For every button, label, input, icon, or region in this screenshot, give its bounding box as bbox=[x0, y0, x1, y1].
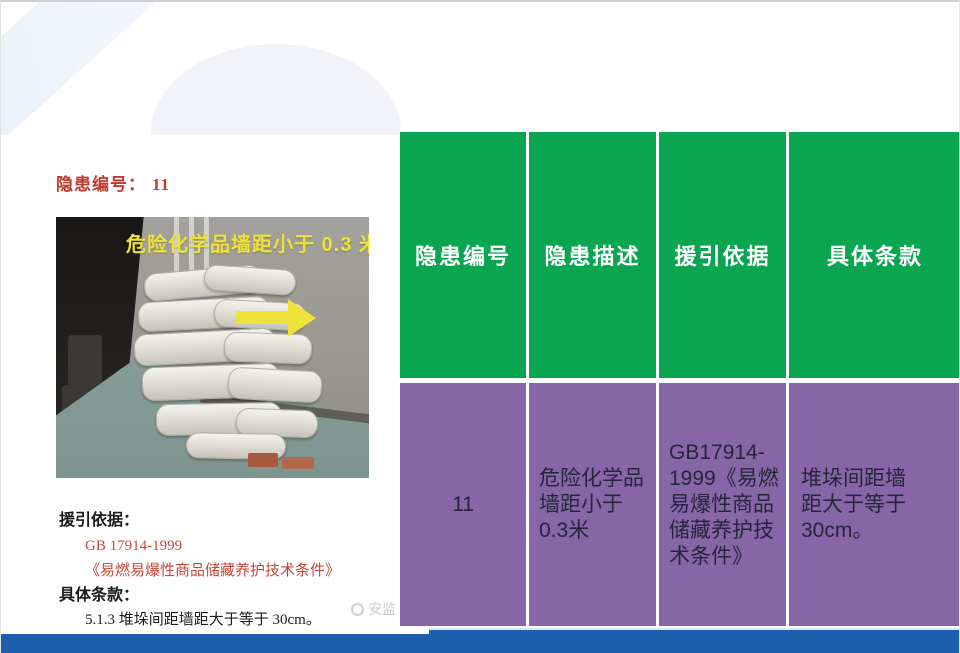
photo-barrel bbox=[68, 335, 102, 387]
hazard-photo: 危险化学品墙距小于 0.3 米 bbox=[56, 217, 369, 478]
clause-text: 5.1.3 堆垛间距墙距大于等于 30cm。 bbox=[85, 611, 340, 629]
reference-block: 援引依据： GB 17914-1999 《易燃易爆性商品储藏养护技术条件》 具体… bbox=[59, 510, 340, 629]
right-arrow-icon bbox=[236, 311, 290, 324]
watermark-logo-icon bbox=[351, 603, 364, 616]
hazard-table: 隐患编号 隐患描述 援引依据 具体条款 11 危险化学品 墙距小于 0.3米 G… bbox=[400, 132, 960, 626]
basis-label: 援引依据： bbox=[59, 512, 340, 530]
table-header-hazard-description: 隐患描述 bbox=[529, 132, 656, 378]
photo-annotation-text: 危险化学品墙距小于 0.3 米 bbox=[126, 228, 369, 257]
hazard-number-label: 隐患编号： bbox=[56, 175, 146, 194]
bag bbox=[227, 367, 323, 404]
brick bbox=[248, 453, 278, 467]
watermark-text: 安监 bbox=[368, 599, 396, 619]
hazard-number-value: 11 bbox=[152, 175, 170, 194]
header-decoration bbox=[1, 2, 431, 135]
table-cell-hazard-description: 危险化学品 墙距小于 0.3米 bbox=[529, 383, 656, 626]
slide-canvas: 隐患编号： 11 危险化学品墙距小于 0.3 米 援引依据： GB 17914-1… bbox=[0, 0, 960, 653]
table-cell-hazard-number: 11 bbox=[400, 383, 526, 626]
table-header-cited-basis: 援引依据 bbox=[659, 132, 786, 378]
basis-code: GB 17914-1999 bbox=[85, 537, 340, 555]
brick bbox=[282, 457, 314, 469]
table-header-specific-clause: 具体条款 bbox=[789, 132, 960, 378]
basis-title: 《易燃易爆性商品储藏养护技术条件》 bbox=[85, 562, 340, 580]
right-arrow-icon bbox=[288, 299, 316, 337]
table-header-hazard-number: 隐患编号 bbox=[400, 132, 526, 378]
watermark: 安监 bbox=[351, 599, 396, 619]
table-cell-cited-basis: GB17914- 1999《易燃 易爆性商品 储藏养护技 术条件》 bbox=[659, 383, 786, 626]
clause-label: 具体条款： bbox=[59, 587, 340, 605]
hazard-number-title: 隐患编号： 11 bbox=[56, 170, 170, 195]
hill-curve-shape bbox=[151, 44, 401, 135]
table-cell-specific-clause: 堆垛间距墙 距大于等于 30cm。 bbox=[789, 383, 960, 626]
footer-bar bbox=[1, 634, 960, 653]
